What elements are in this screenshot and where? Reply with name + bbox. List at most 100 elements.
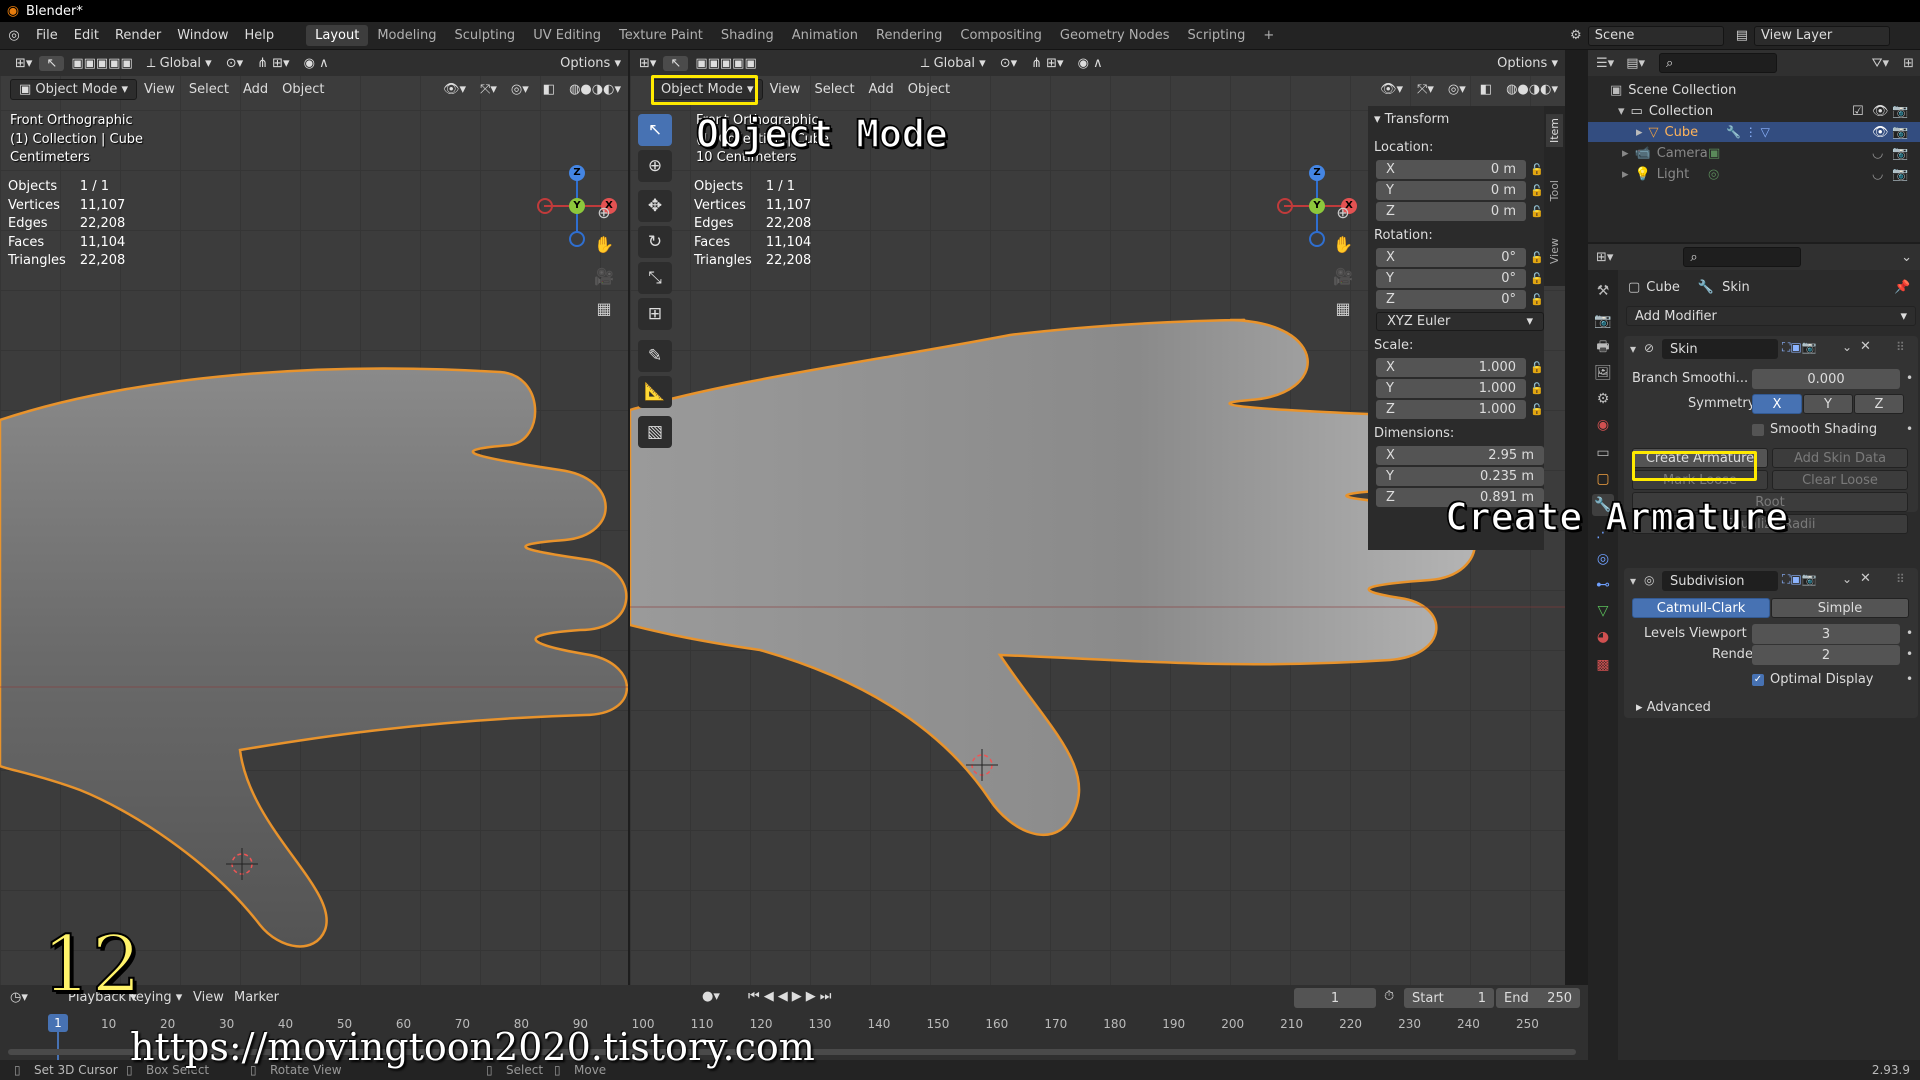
modifier-visibility-icons[interactable]: ⛶▣📷 [1782, 572, 1817, 587]
rotation-x-field[interactable]: X 0° [1376, 248, 1526, 267]
outliner-search-input[interactable]: ⌕ [1659, 53, 1777, 73]
camera-render-icon[interactable]: 📷 [1892, 125, 1908, 140]
outliner-item-light[interactable]: ▸ 💡 Light ◎ ◡ 📷 [1588, 164, 1920, 184]
outliner-item-cube[interactable]: ▸ ▽ Cube 🔧 ⋮ ▽ 👁 📷 [1588, 122, 1920, 142]
chevron-down-icon[interactable]: ⌄ [1842, 572, 1852, 586]
pan-hand-icon-right[interactable]: ✋ [1330, 232, 1356, 258]
eye-hidden-icon[interactable]: ◡ [1872, 146, 1883, 161]
camera-render-icon[interactable]: 📷 [1892, 146, 1908, 161]
skin-name-field[interactable]: Skin [1662, 339, 1778, 359]
physics-tab-icon[interactable]: ◎ [1592, 548, 1614, 570]
add-modifier-dropdown[interactable]: Add Modifier ▾ [1626, 306, 1916, 326]
lock-icon[interactable]: 🔓 [1530, 403, 1544, 416]
keyframe-dot-icon[interactable]: • [1906, 371, 1913, 385]
light-data-icon[interactable]: ◎ [1708, 167, 1719, 182]
tool-measure[interactable]: 📐 [638, 376, 672, 408]
render-levels-field[interactable]: 2 [1752, 645, 1900, 665]
smooth-shading-checkbox[interactable]: Smooth Shading [1752, 422, 1877, 437]
tool-transform[interactable]: ⊞ [638, 298, 672, 330]
new-collection-icon[interactable]: ⊞ [1897, 56, 1920, 71]
menu-help[interactable]: Help [237, 28, 283, 43]
data-tab-icon[interactable]: ▽ [1592, 600, 1614, 622]
collapse-arrow-icon[interactable]: ▾ [1630, 342, 1636, 356]
collection-checkbox-icon[interactable]: ☑ [1852, 104, 1864, 119]
editor-type-icon-properties[interactable]: ⊞▾ [1588, 250, 1621, 265]
camera-render-icon[interactable]: 📷 [1892, 104, 1908, 119]
lock-icon[interactable]: 🔓 [1530, 382, 1544, 395]
symmetry-y-toggle[interactable]: Y [1803, 394, 1853, 414]
tab-compositing[interactable]: Compositing [951, 25, 1051, 46]
tab-tool[interactable]: Tool [1546, 176, 1563, 205]
expand-arrow-icon[interactable]: ▾ [1618, 104, 1625, 119]
scene-selector[interactable]: Scene [1587, 25, 1724, 46]
collection-tab-icon[interactable]: ▭ [1592, 442, 1614, 464]
texture-tab-icon[interactable]: ▩ [1592, 654, 1614, 676]
location-x-field[interactable]: X0 m [1376, 160, 1526, 179]
location-z-field[interactable]: Z0 m [1376, 202, 1526, 221]
object-tab-icon[interactable]: ▢ [1592, 468, 1614, 490]
tool-move[interactable]: ✥ [638, 190, 672, 222]
tab-sculpting[interactable]: Sculpting [445, 25, 524, 46]
transform-panel-header[interactable]: ▾ Transform [1374, 112, 1449, 127]
drag-handle-icon[interactable]: ⠿ [1896, 340, 1905, 354]
expand-arrow-icon[interactable]: ▸ [1636, 125, 1643, 140]
add-workspace-icon[interactable]: + [1254, 25, 1283, 46]
close-icon[interactable]: ✕ [1860, 571, 1871, 586]
location-y-field[interactable]: Y0 m [1376, 181, 1526, 200]
optimal-display-checkbox[interactable]: ✓ Optimal Display [1752, 672, 1874, 687]
tab-view[interactable]: View [1546, 234, 1563, 268]
blender-menu-icon[interactable]: ◎ [0, 28, 28, 43]
tool-scale[interactable]: ⤡ [638, 262, 672, 294]
modifier-visibility-icons[interactable]: ⛶▣📷 [1782, 340, 1817, 355]
view-layer-tab-icon[interactable]: 🖼 [1592, 362, 1614, 384]
menu-file[interactable]: File [28, 28, 66, 43]
outliner-item-scene-collection[interactable]: ▣ Scene Collection [1610, 80, 1736, 100]
tool-cursor[interactable]: ⊕ [638, 150, 672, 182]
symmetry-z-toggle[interactable]: Z [1854, 394, 1904, 414]
dimensions-x-field[interactable]: X 2.95 m [1376, 446, 1544, 465]
render-tab-icon[interactable]: 📷 [1592, 310, 1614, 332]
expand-arrow-icon[interactable]: ▸ [1622, 167, 1629, 182]
camera-view-icon-right[interactable]: 🎥 [1330, 264, 1356, 290]
outliner-item-camera[interactable]: ▸ 📹 Camera ▣ ◡ 📷 [1588, 143, 1920, 163]
menu-render[interactable]: Render [107, 28, 169, 43]
eye-hidden-icon[interactable]: ◡ [1872, 167, 1883, 182]
collapse-arrow-icon[interactable]: ▾ [1630, 574, 1636, 588]
material-tab-icon[interactable]: ◕ [1592, 626, 1614, 648]
output-tab-icon[interactable]: 🖶 [1592, 336, 1614, 358]
drag-handle-icon[interactable]: ⠿ [1896, 572, 1905, 586]
scale-z-field[interactable]: Z 1.000 [1376, 400, 1526, 419]
world-tab-icon[interactable]: ◉ [1592, 414, 1614, 436]
display-mode-icon[interactable]: ▤▾ [1622, 56, 1649, 71]
pin-icon[interactable]: 📌 [1894, 280, 1910, 295]
rotation-y-field[interactable]: Y 0° [1376, 269, 1526, 288]
simple-toggle[interactable]: Simple [1771, 598, 1909, 618]
tab-shading[interactable]: Shading [712, 25, 783, 46]
menu-edit[interactable]: Edit [66, 28, 107, 43]
close-icon[interactable]: ✕ [1860, 339, 1871, 354]
tab-item[interactable]: Item [1546, 114, 1563, 148]
scale-x-field[interactable]: X 1.000 [1376, 358, 1526, 377]
subdivision-name-field[interactable]: Subdivision [1662, 571, 1778, 591]
tab-modeling[interactable]: Modeling [368, 25, 445, 46]
tool-select-box[interactable]: ↖ [638, 114, 672, 146]
outliner-item-collection[interactable]: ▾ ▭ Collection ☑ 👁 📷 [1618, 101, 1918, 121]
camera-render-icon[interactable]: 📷 [1892, 167, 1908, 182]
playhead[interactable]: 1 [48, 1014, 68, 1032]
lock-icon[interactable]: 🔓 [1530, 251, 1544, 264]
rotation-mode-dropdown[interactable]: XYZ Euler ▾ [1376, 312, 1544, 331]
add-skin-data-button[interactable]: Add Skin Data [1772, 448, 1908, 468]
tab-uv-editing[interactable]: UV Editing [524, 25, 610, 46]
levels-viewport-field[interactable]: 3 [1752, 624, 1900, 644]
keyframe-dot-icon[interactable]: • [1906, 626, 1913, 640]
tool-tab-icon[interactable]: ⚒ [1592, 280, 1614, 302]
tab-rendering[interactable]: Rendering [867, 25, 951, 46]
tab-layout[interactable]: Layout [306, 25, 369, 46]
clear-loose-button[interactable]: Clear Loose [1772, 470, 1908, 490]
keyframe-dot-icon[interactable]: • [1906, 672, 1913, 686]
tool-add-cube[interactable]: ▧ [638, 416, 672, 448]
filter-icon[interactable]: ⛛▾ [1864, 56, 1897, 71]
gizmo-y-axis-right[interactable]: Y [1309, 198, 1325, 214]
constraints-tab-icon[interactable]: ⊷ [1592, 574, 1614, 596]
advanced-subpanel[interactable]: ▸ Advanced [1636, 700, 1711, 715]
